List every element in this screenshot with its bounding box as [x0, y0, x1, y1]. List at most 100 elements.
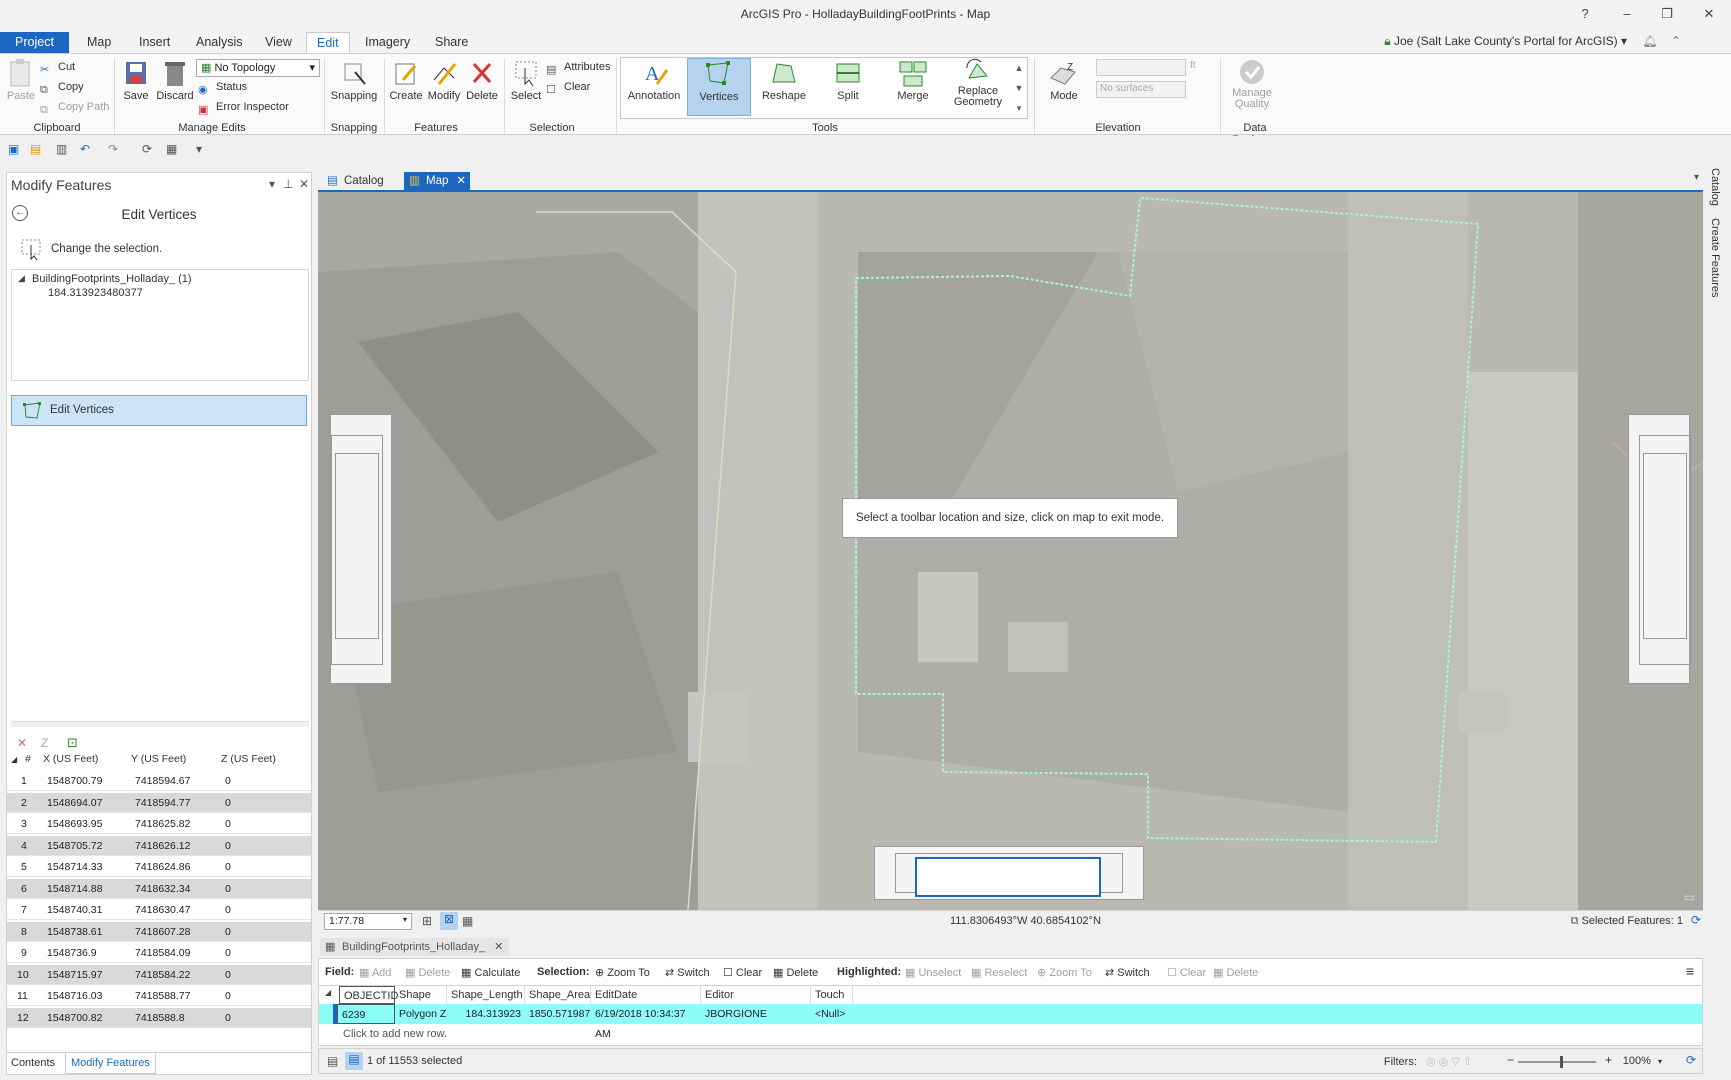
cell-objectid[interactable]: 6239	[337, 1004, 395, 1024]
z-value-icon[interactable]: Z	[41, 736, 48, 750]
vertex-x[interactable]: 1548716.03	[47, 990, 102, 1002]
copy-button[interactable]: ⧉ Copy	[40, 78, 84, 96]
tab-insert[interactable]: Insert	[129, 32, 180, 54]
add-field-button[interactable]: ▦ Add	[359, 966, 391, 979]
switch-button[interactable]: ⇄ Switch	[665, 966, 710, 979]
dock-tab-create-features[interactable]: Create Features	[1709, 218, 1721, 297]
vertex-edit-icon[interactable]: ⊡	[67, 735, 78, 751]
close-pane-icon[interactable]: ✕	[299, 177, 309, 191]
col-editdate[interactable]: EditDate	[591, 986, 701, 1004]
clear-button[interactable]: ☐ Clear	[723, 966, 762, 979]
highlighted-clear-button[interactable]: ☐ Clear	[1167, 966, 1206, 979]
attributes-button[interactable]: ▤ Attributes	[546, 58, 610, 76]
table-row[interactable]: 6239 Polygon Z 184.313923 1850.571987 6/…	[319, 1004, 1702, 1040]
minimize-button[interactable]: –	[1612, 4, 1642, 24]
vertex-y[interactable]: 7418594.77	[135, 797, 190, 809]
zoom-to-button[interactable]: ⊕ Zoom To	[595, 966, 650, 979]
tab-map[interactable]: Map	[77, 32, 121, 54]
account-menu[interactable]: 🔒︎ Joe (Salt Lake County's Portal for Ar…	[1384, 34, 1681, 49]
col-y[interactable]: Y (US Feet)	[131, 753, 186, 769]
split-tool[interactable]: Split	[816, 58, 880, 102]
vertex-x[interactable]: 1548736.9	[47, 947, 97, 959]
elevation-value-field[interactable]	[1096, 59, 1186, 76]
vertex-row[interactable]: 6 1548714.88 7418632.34 0	[7, 878, 311, 899]
zoom-level[interactable]: 100% ▾	[1623, 1055, 1662, 1067]
tab-imagery[interactable]: Imagery	[355, 32, 420, 54]
create-button[interactable]: Create	[388, 58, 424, 102]
vertex-z[interactable]: 0	[225, 904, 231, 916]
map-view[interactable]: Select a toolbar location and size, clic…	[318, 192, 1703, 910]
zoom-out-icon[interactable]: −	[1507, 1053, 1514, 1067]
undo-icon[interactable]: ↶	[80, 142, 94, 156]
vertex-z[interactable]: 0	[225, 861, 231, 873]
vertex-row[interactable]: 3 1548693.95 7418625.82 0	[7, 814, 311, 834]
grid-icon[interactable]: ⊞	[422, 914, 432, 928]
help-button[interactable]: ?	[1570, 4, 1600, 24]
edit-vertices-tool-button[interactable]: Edit Vertices	[11, 395, 307, 426]
vertex-x[interactable]: 1548700.79	[47, 775, 102, 787]
tab-project[interactable]: Project	[0, 32, 69, 54]
modify-button[interactable]: Modify	[424, 58, 464, 102]
clear-selection-button[interactable]: ☐ Clear	[546, 78, 590, 96]
gallery-scroll[interactable]: ▲ ▼ ▾	[1012, 58, 1026, 118]
vertex-row[interactable]: 8 1548738.61 7418607.28 0	[7, 921, 311, 942]
vertex-x[interactable]: 1548740.31	[47, 904, 102, 916]
snapping-status-icon[interactable]: ⊠	[440, 912, 458, 930]
vertex-row[interactable]: 10 1548715.97 7418584.22 0	[7, 964, 311, 985]
status-button[interactable]: ◉ Status	[198, 78, 247, 96]
change-selection-text[interactable]: Change the selection.	[51, 243, 162, 255]
col-shape[interactable]: Shape	[395, 986, 447, 1004]
filter-icon[interactable]: ◎ ◎ ▽ ⇧	[1426, 1056, 1472, 1068]
save-project-icon[interactable]: ▥	[56, 142, 70, 156]
tab-contents[interactable]: Contents	[11, 1057, 55, 1069]
tree-layer-item[interactable]: BuildingFootprints_Holladay_ (1)	[32, 273, 192, 285]
vertex-z[interactable]: 0	[225, 990, 231, 1002]
cell-editdate[interactable]: 6/19/2018 10:34:37 AM	[591, 1004, 701, 1040]
cell-shape[interactable]: Polygon Z	[395, 1004, 447, 1024]
zoom-slider-thumb[interactable]	[1560, 1056, 1563, 1068]
vertex-row[interactable]: 11 1548716.03 7418588.77 0	[7, 986, 311, 1006]
open-project-icon[interactable]: ▤	[30, 142, 44, 156]
new-project-icon[interactable]: ▣	[8, 142, 22, 156]
paste-button[interactable]: Paste	[4, 58, 38, 102]
delete-field-button[interactable]: ▦ Delete	[405, 966, 450, 979]
restore-button[interactable]: ❐	[1652, 4, 1682, 24]
delete-selected-button[interactable]: ▦ Delete	[773, 966, 818, 979]
col-touch[interactable]: Touch	[811, 986, 853, 1004]
col-shape-length[interactable]: Shape_Length	[447, 986, 525, 1004]
vertex-x[interactable]: 1548715.97	[47, 969, 102, 981]
vertex-z[interactable]: 0	[225, 797, 231, 809]
customize-toolbar-icon[interactable]: ▾	[196, 142, 210, 156]
highlighted-switch-button[interactable]: ⇄ Switch	[1105, 966, 1150, 979]
col-editor[interactable]: Editor	[701, 986, 811, 1004]
vertex-y[interactable]: 7418625.82	[135, 818, 190, 830]
vertex-z[interactable]: 0	[225, 883, 231, 895]
map-comment-icon[interactable]: ▭	[1684, 890, 1695, 904]
manage-quality-button[interactable]: Manage Quality	[1224, 58, 1280, 110]
reshape-tool[interactable]: Reshape	[752, 58, 816, 102]
tab-modify-features[interactable]: Modify Features	[65, 1053, 156, 1074]
splitter[interactable]	[11, 721, 309, 727]
error-inspector-button[interactable]: ▣ Error Inspector	[198, 98, 289, 116]
col-z[interactable]: Z (US Feet)	[221, 753, 276, 769]
vertex-row[interactable]: 5 1548714.33 7418624.86 0	[7, 857, 311, 877]
cell-editor[interactable]: JBORGIONE	[701, 1004, 811, 1024]
surface-dropdown[interactable]: No surfaces	[1096, 81, 1186, 98]
show-all-records-icon[interactable]: ▤	[327, 1054, 338, 1068]
vertex-z[interactable]: 0	[225, 840, 231, 852]
refresh-table-icon[interactable]: ⟳	[1686, 1053, 1696, 1067]
mode-button[interactable]: Z Mode	[1040, 58, 1088, 102]
show-selected-records-icon[interactable]: ▤	[345, 1052, 363, 1070]
vertex-y[interactable]: 7418632.34	[135, 883, 190, 895]
cut-button[interactable]: ✂ Cut	[40, 58, 75, 76]
calculate-button[interactable]: ▦ Calculate	[461, 966, 520, 979]
vertex-z[interactable]: 0	[225, 775, 231, 787]
annotation-tool[interactable]: A Annotation	[622, 58, 686, 102]
copy-path-button[interactable]: ⧉ Copy Path	[40, 98, 109, 116]
vertex-y[interactable]: 7418584.22	[135, 969, 190, 981]
vertex-z[interactable]: 0	[225, 947, 231, 959]
col-objectid[interactable]: OBJECTID	[339, 986, 398, 1004]
zoom-in-icon[interactable]: +	[1605, 1053, 1612, 1067]
refresh-icon[interactable]: ⟳	[142, 142, 156, 156]
topology-dropdown[interactable]: ▦ No Topology ▾	[196, 59, 320, 77]
